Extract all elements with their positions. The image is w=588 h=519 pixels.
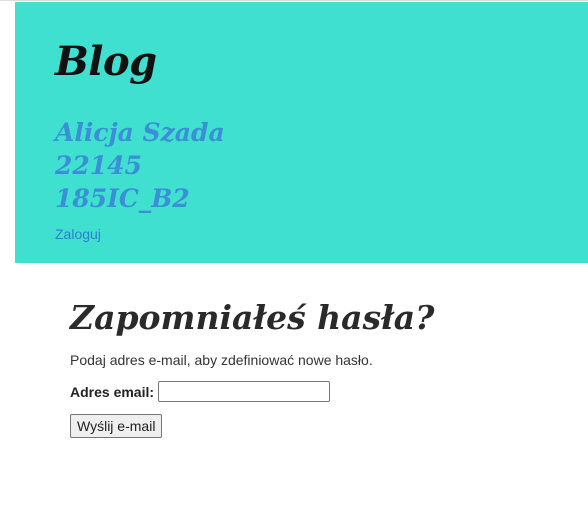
page-title: Zapomniałeś hasła?: [70, 298, 435, 337]
password-reset-form: Zapomniałeś hasła? Podaj adres e-mail, a…: [70, 298, 570, 439]
author-info: Alicja Szada 22145 185IC_B2: [55, 116, 225, 215]
email-row: Adres email:: [70, 381, 570, 403]
send-email-button[interactable]: Wyślij e-mail: [70, 414, 163, 439]
author-group: 185IC_B2: [55, 184, 190, 213]
site-header: Blog Alicja Szada 22145 185IC_B2 Zaloguj: [15, 2, 588, 263]
top-border: [0, 0, 588, 1]
intro-text: Podaj adres e-mail, aby zdefiniować nowe…: [70, 352, 373, 369]
author-id: 22145: [55, 151, 142, 180]
site-title: Blog: [55, 38, 157, 85]
email-label: Adres email:: [70, 383, 155, 400]
email-field[interactable]: [158, 381, 331, 403]
login-link[interactable]: Zaloguj: [55, 226, 101, 242]
author-name: Alicja Szada: [55, 118, 225, 147]
